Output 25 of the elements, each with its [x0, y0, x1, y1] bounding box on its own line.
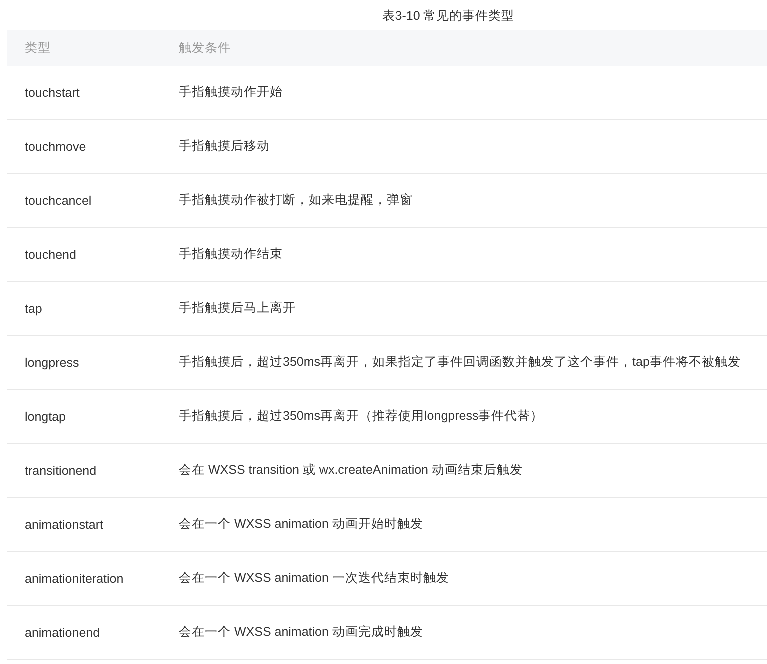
- table-cell: 手指触摸后，超过350ms再离开，如果指定了事件回调函数并触发了这个事件，tap事件将不被触发: [179, 354, 741, 371]
- table-cell-text: tap: [24, 302, 44, 316]
- table-cell-text: longpress: [24, 356, 80, 370]
- table-cell: 手指触摸动作开始: [179, 84, 283, 101]
- table-cell-text: animationiteration: [24, 572, 125, 586]
- table-cell: 会在一个 WXSS animation 动画开始时触发: [179, 516, 424, 533]
- table-cell-text: animationstart: [24, 518, 105, 532]
- column-header: 触发条件: [179, 40, 231, 56]
- table-cell-text: touchmove: [24, 140, 88, 154]
- table-cell-text: touchstart: [24, 86, 81, 100]
- table-cell: 手指触摸动作结束: [179, 246, 283, 263]
- table-cell: 手指触摸后马上离开: [179, 300, 296, 317]
- table-cell-text: touchcancel: [24, 194, 93, 208]
- table-cell: 会在一个 WXSS animation 动画完成时触发: [179, 624, 424, 641]
- table-cell-text: touchend: [24, 248, 78, 262]
- table-caption: 表3-10 常见的事件类型: [382, 9, 515, 23]
- table-cell: 会在一个 WXSS animation 一次迭代结束时触发: [179, 570, 450, 587]
- table-cell: 手指触摸后，超过350ms再离开（推荐使用longpress事件代替）: [179, 408, 544, 425]
- table-cell-text: longtap: [24, 410, 68, 424]
- column-header: 类型: [24, 40, 52, 56]
- table-cell: 会在 WXSS transition 或 wx.createAnimation 动画结束后触发: [179, 462, 523, 479]
- table-cell: 手指触摸动作被打断，如来电提醒，弹窗: [179, 192, 413, 209]
- table-cell-text: animationend: [24, 626, 102, 640]
- table-cell: 手指触摸后移动: [179, 138, 270, 155]
- table-cell-text: transitionend: [24, 464, 98, 478]
